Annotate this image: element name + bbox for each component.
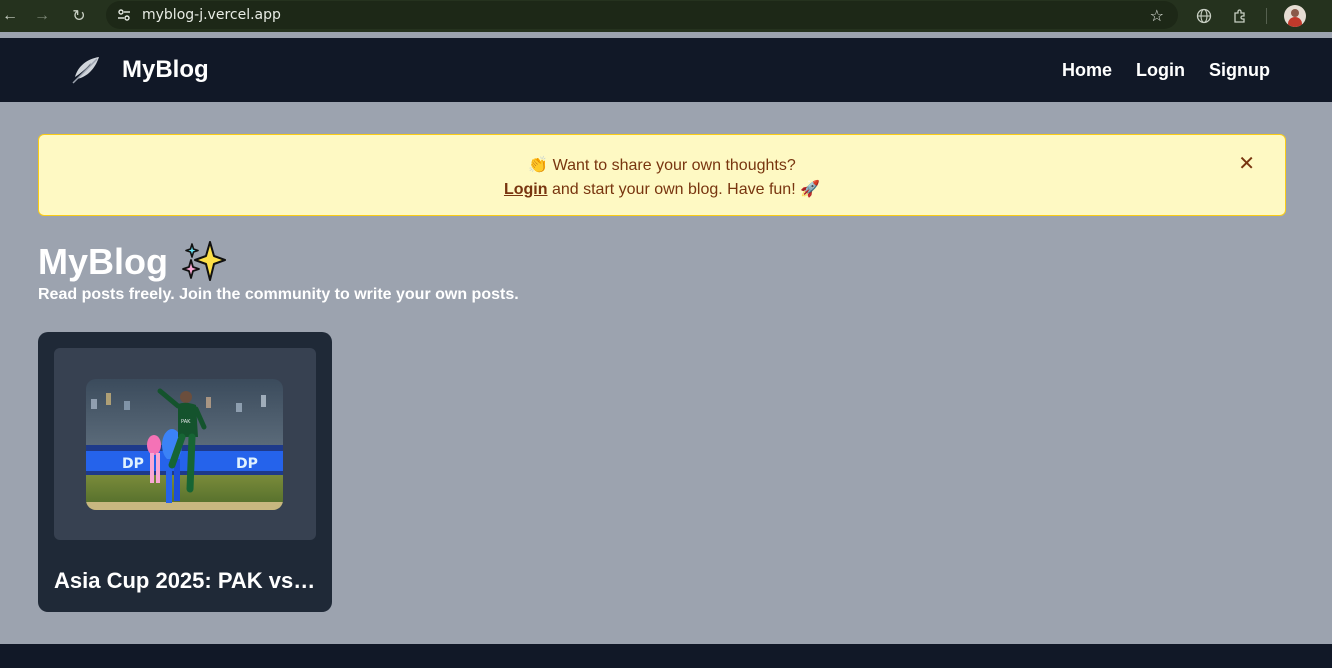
post-thumbnail-frame: DP DP PAK xyxy=(54,348,316,540)
svg-text:PAK: PAK xyxy=(181,419,191,425)
back-icon[interactable]: ← xyxy=(0,4,22,28)
brand[interactable]: MyBlog xyxy=(54,38,209,102)
bookmark-star-icon[interactable]: ☆ xyxy=(1150,6,1164,26)
rocket-icon: 🚀 xyxy=(800,181,821,198)
site-settings-icon[interactable] xyxy=(116,7,132,23)
address-bar[interactable]: myblog-j.vercel.app ☆ xyxy=(106,1,1178,29)
post-thumbnail[interactable]: DP DP PAK xyxy=(86,379,283,510)
nav-login-link[interactable]: Login xyxy=(1136,60,1185,81)
forward-icon[interactable]: → xyxy=(30,4,54,28)
sparkles-icon xyxy=(182,241,226,281)
alert-message-2: and start your own blog. Have fun! xyxy=(551,181,796,198)
alert-message: Want to share your own thoughts? xyxy=(552,157,796,174)
globe-icon[interactable] xyxy=(1192,4,1216,28)
url-text[interactable]: myblog-j.vercel.app xyxy=(142,7,281,23)
top-nav: Home Login Signup xyxy=(1062,38,1270,102)
site-header: MyBlog Home Login Signup xyxy=(0,38,1332,102)
alert-line-1: 👏 Want to share your own thoughts? xyxy=(39,155,1285,175)
brand-name[interactable]: MyBlog xyxy=(122,56,209,84)
post-card[interactable]: DP DP PAK Asia Cup 2025: PAK vs IND xyxy=(38,332,332,612)
reload-icon[interactable]: ↻ xyxy=(67,4,91,28)
page-subtitle: Read posts freely. Join the community to… xyxy=(38,286,519,303)
profile-avatar[interactable] xyxy=(1284,5,1306,27)
signup-prompt-alert: 👏 Want to share your own thoughts? Login… xyxy=(38,134,1286,216)
page-title: MyBlog xyxy=(38,241,168,282)
nav-signup-link[interactable]: Signup xyxy=(1209,60,1270,81)
nav-home-link[interactable]: Home xyxy=(1062,60,1112,81)
browser-toolbar: ← → ↻ myblog-j.vercel.app ☆ xyxy=(0,0,1332,32)
alert-login-link[interactable]: Login xyxy=(504,181,548,198)
close-icon[interactable]: ✕ xyxy=(1238,151,1255,176)
toolbar-divider xyxy=(1266,8,1267,24)
extensions-icon[interactable] xyxy=(1228,4,1252,28)
clapping-hands-icon: 👏 xyxy=(528,157,549,174)
site-footer xyxy=(0,644,1332,668)
svg-text:DP: DP xyxy=(236,456,258,472)
alert-line-2: Login and start your own blog. Have fun!… xyxy=(39,179,1285,199)
feather-logo-icon xyxy=(54,38,118,102)
post-title[interactable]: Asia Cup 2025: PAK vs IND xyxy=(54,568,316,594)
svg-text:DP: DP xyxy=(122,456,144,472)
hero-heading: MyBlog xyxy=(38,240,226,284)
